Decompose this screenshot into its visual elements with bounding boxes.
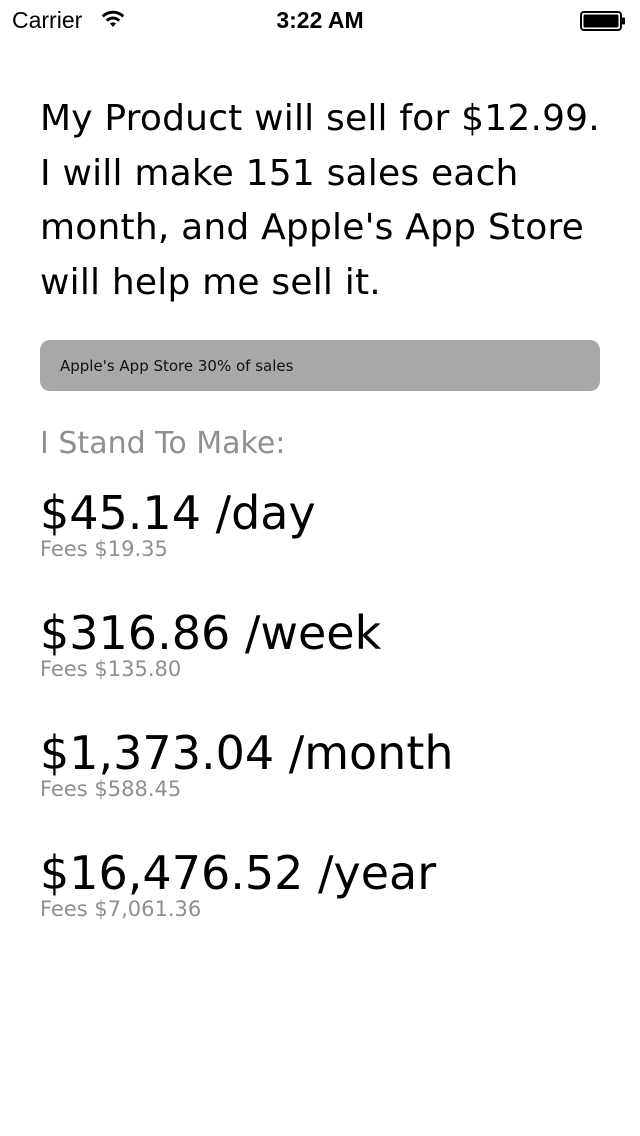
sentence-line: My Product will sell for $12.99. xyxy=(40,98,600,139)
sentence-line: I will make 151 sales each xyxy=(40,152,519,194)
status-time: 3:22 AM xyxy=(276,7,364,33)
earnings-week: $316.86 /week Fees $135.80 xyxy=(40,607,630,682)
earnings-year: $16,476.52 /year Fees $7,061.36 xyxy=(40,847,630,922)
product-sentence: My Product will sell for $12.99. I will … xyxy=(40,92,610,310)
earnings-month: $1,373.04 /month Fees $588.45 xyxy=(40,727,630,802)
sentence-line: month, and Apple's App Store xyxy=(40,207,585,248)
sentence-line: will help me sell it. xyxy=(40,261,381,303)
earnings-amount: $316.86 /week xyxy=(40,606,382,660)
stand-to-make-label: I Stand To Make: xyxy=(40,426,286,461)
earnings-amount: $45.14 /day xyxy=(40,486,316,540)
earnings-amount: $1,373.04 /month xyxy=(40,726,454,780)
earnings-amount: $16,476.52 /year xyxy=(40,846,437,900)
app-store-fee-bar: Apple's App Store 30% of sales xyxy=(40,340,600,391)
status-bar: Carrier 3:22 AM xyxy=(0,0,640,40)
fee-bar-label: Apple's App Store 30% of sales xyxy=(60,356,294,375)
battery-icon xyxy=(580,11,626,31)
earnings-fees: Fees $19.35 xyxy=(40,537,168,561)
earnings-day: $45.14 /day Fees $19.35 xyxy=(40,487,630,562)
